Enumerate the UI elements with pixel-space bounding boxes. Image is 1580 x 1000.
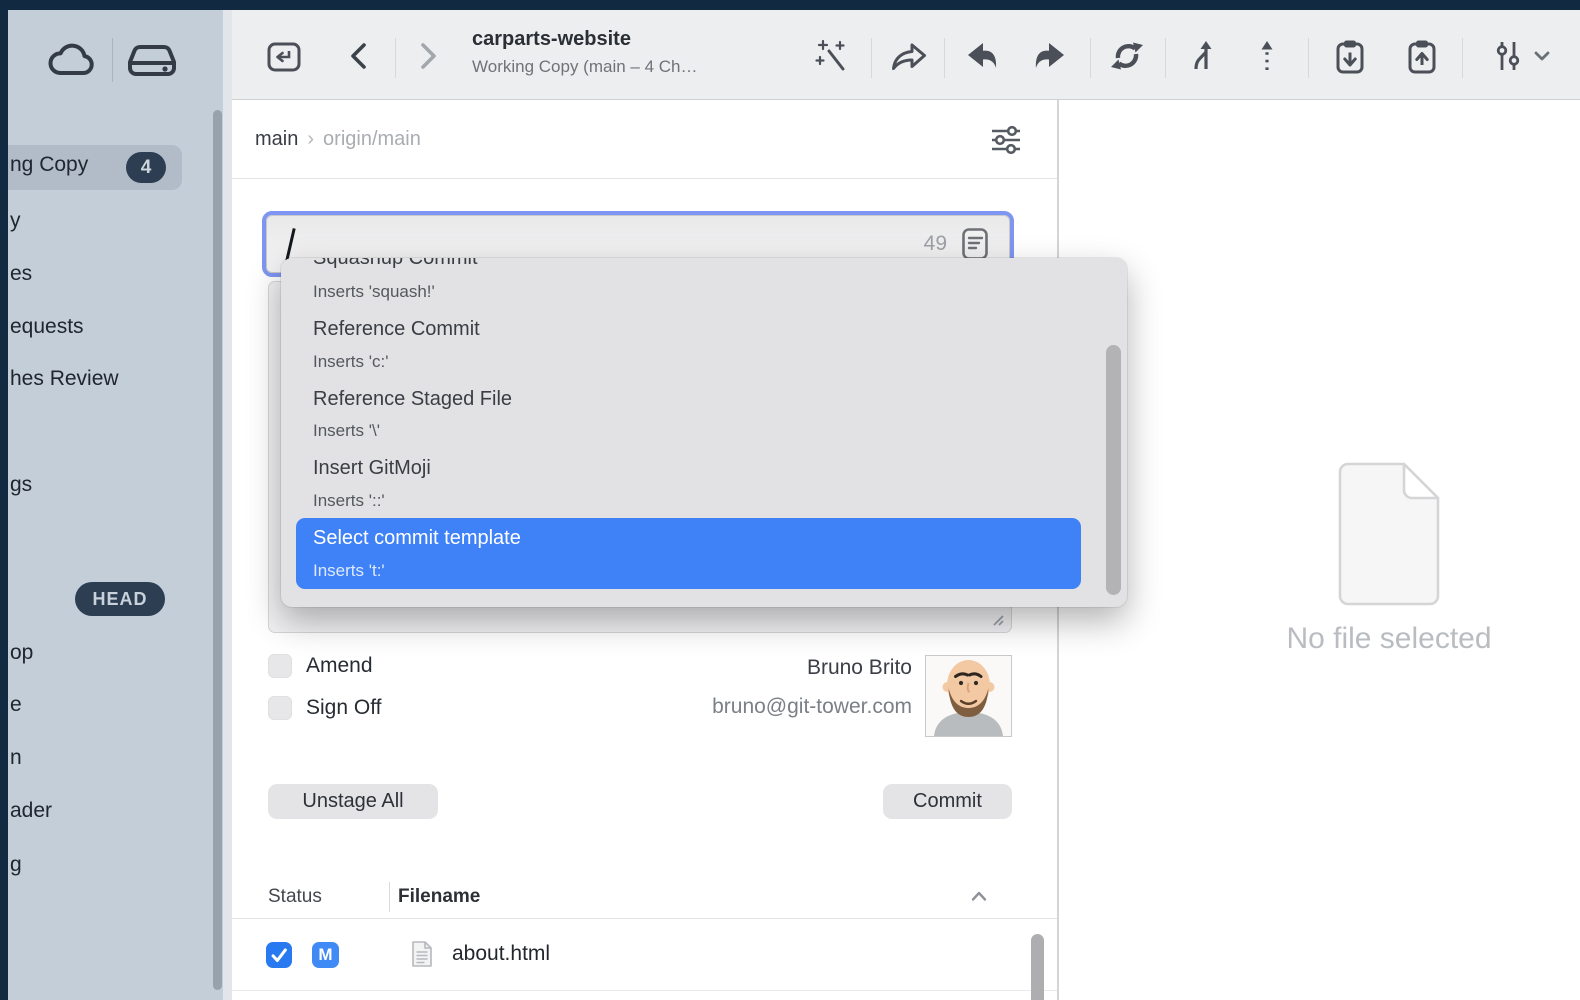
author-avatar[interactable] xyxy=(925,655,1012,737)
app-window: ng Copy 4 y es equests hes Review gs HEA… xyxy=(0,0,1580,1000)
character-count: 49 xyxy=(924,232,947,256)
toolbar-separator xyxy=(944,38,945,78)
toolbar-separator xyxy=(1308,38,1309,78)
clipboard-down-icon xyxy=(1330,36,1370,76)
toolbar-separator xyxy=(395,38,396,78)
toolbar-separator xyxy=(871,38,872,78)
stash-apply-button[interactable] xyxy=(1399,33,1445,79)
share-arrow-icon xyxy=(887,36,929,76)
file-icon xyxy=(410,939,434,969)
sidebar-item-label: ng Copy xyxy=(10,153,88,177)
resize-grip[interactable] xyxy=(989,611,1005,627)
author-name: Bruno Brito xyxy=(268,656,912,680)
sidebar-branch-item[interactable]: e xyxy=(10,691,22,719)
undo-button[interactable] xyxy=(957,33,1003,79)
column-header-status[interactable]: Status xyxy=(268,886,322,908)
sidebar-item-history[interactable]: y xyxy=(10,207,21,235)
clipboard-up-icon xyxy=(1402,36,1442,76)
file-row[interactable]: M about.html xyxy=(232,918,1058,991)
sidebar-scrollbar[interactable] xyxy=(213,110,222,990)
sort-chevron-up-icon xyxy=(970,890,988,902)
empty-state: No file selected xyxy=(1179,460,1580,656)
toolbar-separator xyxy=(1090,38,1091,78)
rebase-dashed-arrow-icon xyxy=(1247,36,1287,76)
share-button[interactable] xyxy=(885,33,931,79)
detail-panel: No file selected xyxy=(1059,100,1580,1000)
sidebar-branch-item[interactable]: op xyxy=(10,639,33,667)
toolbar-separator xyxy=(1462,38,1463,78)
template-icon xyxy=(961,227,989,261)
sidebar-item-tags[interactable]: gs xyxy=(10,471,32,499)
repository-title: carparts-website xyxy=(472,28,698,51)
redo-button[interactable] xyxy=(1029,33,1075,79)
chevron-down-icon xyxy=(1533,49,1551,63)
stash-save-button[interactable] xyxy=(1327,33,1373,79)
sync-button[interactable] xyxy=(1104,33,1150,79)
autocomplete-item-select-commit-template[interactable]: Select commit template Inserts 't:' xyxy=(296,518,1081,589)
merge-icon xyxy=(1182,36,1222,76)
status-badge-modified: M xyxy=(312,942,339,968)
window-title: carparts-website Working Copy (main – 4 … xyxy=(472,28,698,77)
sync-arrows-icon xyxy=(1107,36,1147,76)
tracking-branch[interactable]: origin/main xyxy=(323,128,421,150)
cloud-icon[interactable] xyxy=(46,40,98,80)
commit-template-button[interactable] xyxy=(961,227,989,261)
sidebar-item-pull-requests[interactable]: equests xyxy=(10,313,84,341)
chevron-right-icon xyxy=(410,36,446,76)
empty-state-message: No file selected xyxy=(1179,622,1580,656)
chevron-left-icon xyxy=(341,36,377,76)
document-placeholder-icon xyxy=(1334,460,1444,608)
merge-button[interactable] xyxy=(1179,33,1225,79)
file-table-header: Status Filename xyxy=(232,880,1058,919)
sidebar: ng Copy 4 y es equests hes Review gs HEA… xyxy=(8,10,232,1000)
dropdown-scrollbar[interactable] xyxy=(1106,345,1121,595)
changes-count-badge: 4 xyxy=(126,152,166,183)
open-repository-icon xyxy=(264,36,304,76)
sidebar-branch-item[interactable]: g xyxy=(10,851,22,879)
toolbar-separator xyxy=(1165,38,1166,78)
head-badge: HEAD xyxy=(75,582,165,616)
redo-arrow-icon xyxy=(1032,36,1072,76)
breadcrumb-chevron: › xyxy=(307,128,314,150)
repository-subtitle: Working Copy (main – 4 Ch… xyxy=(472,57,698,77)
magic-wand-button[interactable] xyxy=(809,33,855,79)
drive-icon[interactable] xyxy=(127,40,177,80)
breadcrumb: main › origin/main xyxy=(255,128,421,151)
commit-button[interactable]: Commit xyxy=(883,784,1012,819)
forward-button[interactable] xyxy=(405,33,451,79)
file-name: about.html xyxy=(452,942,550,966)
filter-button[interactable] xyxy=(986,120,1026,160)
unstage-all-button[interactable]: Unstage All xyxy=(268,784,438,819)
commit-autocomplete-dropdown: Squashup Commit Inserts 'squash!' Refere… xyxy=(281,258,1127,607)
checkmark-icon xyxy=(268,944,290,966)
column-header-filename[interactable]: Filename xyxy=(398,886,480,908)
sidebar-service-switcher xyxy=(8,30,214,90)
sidebar-branch-item[interactable]: n xyxy=(10,744,22,772)
text-caret xyxy=(285,228,295,261)
back-button[interactable] xyxy=(336,33,382,79)
column-divider[interactable] xyxy=(389,882,390,912)
toolbar: carparts-website Working Copy (main – 4 … xyxy=(232,10,1580,100)
sidebar-item-changes-review[interactable]: hes Review xyxy=(10,365,119,393)
current-branch[interactable]: main xyxy=(255,128,298,150)
file-list-scrollbar[interactable] xyxy=(1031,934,1044,1000)
sidebar-icons-divider xyxy=(112,38,113,82)
filter-sliders-icon xyxy=(987,121,1025,159)
magic-wand-icon xyxy=(812,36,852,76)
branch-bar: main › origin/main xyxy=(232,100,1058,179)
sidebar-item-working-copy[interactable]: ng Copy 4 xyxy=(8,145,182,190)
rebase-button[interactable] xyxy=(1244,33,1290,79)
author-email: bruno@git-tower.com xyxy=(268,695,912,719)
workflow-settings-button[interactable] xyxy=(1484,33,1554,79)
file-checkbox[interactable] xyxy=(266,942,292,968)
undo-arrow-icon xyxy=(960,36,1000,76)
sidebar-item-branches[interactable]: es xyxy=(10,260,32,288)
open-repository-button[interactable] xyxy=(261,33,307,79)
sliders-vertical-icon xyxy=(1487,36,1529,76)
sidebar-branch-item[interactable]: ader xyxy=(10,797,52,825)
